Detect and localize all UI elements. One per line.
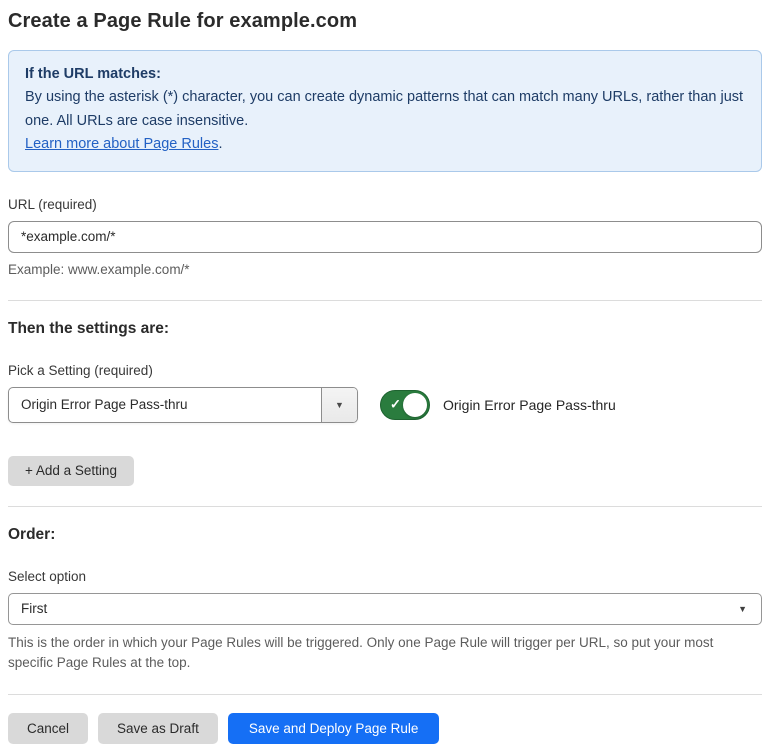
- divider: [8, 299, 762, 301]
- add-setting-button[interactable]: + Add a Setting: [8, 455, 134, 486]
- save-draft-button[interactable]: Save as Draft: [98, 713, 218, 744]
- setting-dropdown-caret-button[interactable]: ▼: [321, 387, 357, 422]
- footer-actions: Cancel Save as Draft Save and Deploy Pag…: [8, 713, 762, 744]
- settings-section-heading: Then the settings are:: [8, 319, 170, 337]
- setting-row: Origin Error Page Pass-thru ▼ ✓ Origin E…: [8, 386, 762, 423]
- link-suffix: .: [218, 136, 223, 153]
- order-select-value: First: [21, 601, 48, 616]
- order-select-label: Select option: [8, 568, 87, 584]
- setting-dropdown[interactable]: Origin Error Page Pass-thru ▼: [8, 386, 358, 423]
- url-input[interactable]: [8, 220, 762, 253]
- save-deploy-button[interactable]: Save and Deploy Page Rule: [227, 713, 440, 744]
- order-select[interactable]: First ▼: [8, 592, 762, 625]
- cancel-button[interactable]: Cancel: [8, 713, 89, 744]
- setting-dropdown-value: Origin Error Page Pass-thru: [21, 397, 188, 412]
- page-title: Create a Page Rule for example.com: [8, 10, 358, 32]
- divider: [8, 694, 762, 696]
- info-box-body: By using the asterisk (*) character, you…: [25, 89, 744, 129]
- info-box-heading: If the URL matches:: [25, 66, 161, 82]
- url-field-label: URL (required): [8, 196, 97, 212]
- pick-setting-label: Pick a Setting (required): [8, 362, 153, 378]
- divider: [8, 505, 762, 507]
- url-example-helper: Example: www.example.com/*: [8, 261, 190, 277]
- setting-toggle-label: Origin Error Page Pass-thru: [443, 396, 616, 413]
- check-icon: ✓: [390, 396, 401, 412]
- learn-more-link[interactable]: Learn more about Page Rules: [25, 136, 218, 152]
- toggle-knob: [403, 392, 427, 417]
- order-section-heading: Order:: [8, 525, 56, 543]
- chevron-down-icon: ▼: [335, 399, 344, 410]
- chevron-down-icon: ▼: [738, 603, 747, 614]
- create-page-rule-form: Create a Page Rule for example.com If th…: [0, 0, 770, 744]
- info-box-link-row: Learn more about Page Rules.: [25, 133, 745, 156]
- setting-toggle[interactable]: ✓: [380, 389, 430, 420]
- order-helper-text: This is the order in which your Page Rul…: [8, 634, 714, 671]
- url-match-info-box: If the URL matches: By using the asteris…: [8, 50, 762, 172]
